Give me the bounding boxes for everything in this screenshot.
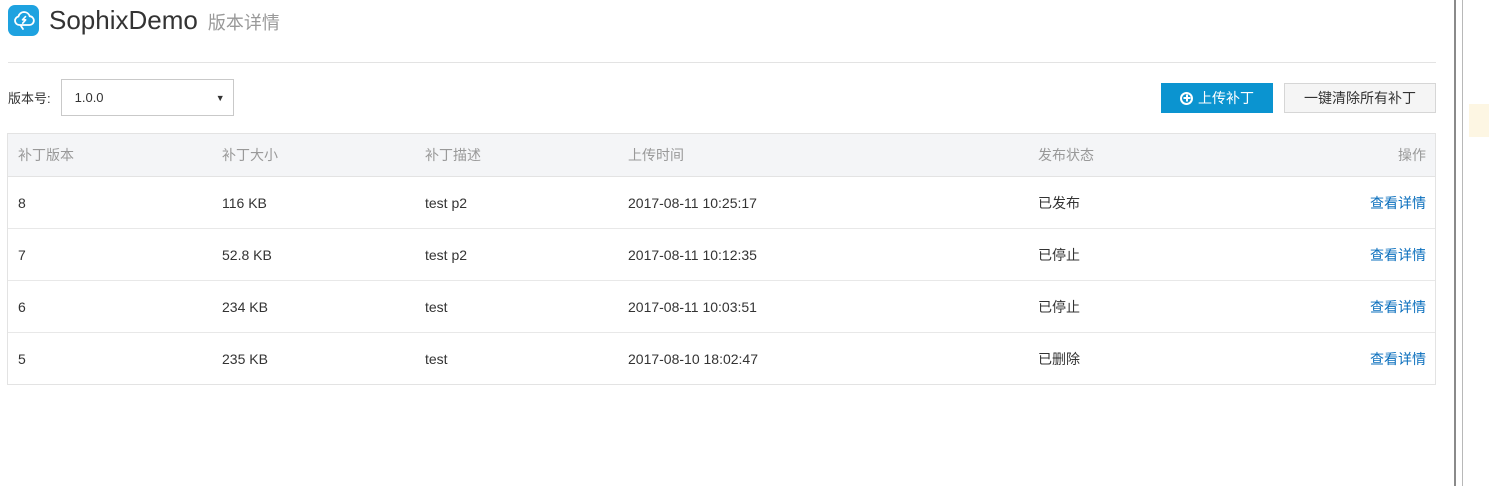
cell-size: 234 KB [222, 298, 268, 315]
page-subtitle: 版本详情 [207, 13, 280, 33]
col-header-action: 操作 [1398, 147, 1426, 163]
side-panel-edge [1469, 104, 1489, 137]
view-details-link[interactable]: 查看详情 [1370, 193, 1426, 213]
table-row: 6 234 KB test 2017-08-11 10:03:51 已停止 查看… [8, 281, 1435, 333]
col-header-time: 上传时间 [628, 147, 684, 163]
cloud-app-icon [8, 4, 39, 36]
cell-status: 已发布 [1038, 194, 1080, 211]
upload-patch-button[interactable]: 上传补丁 [1161, 83, 1273, 113]
clear-all-label: 一键清除所有补丁 [1304, 90, 1416, 106]
table-row: 5 235 KB test 2017-08-10 18:02:47 已删除 查看… [8, 333, 1435, 384]
cell-version: 6 [18, 298, 26, 315]
version-filter: 版本号: 1.0.0 ▼ [8, 78, 234, 117]
cell-desc: test [425, 298, 448, 315]
upload-patch-label: 上传补丁 [1198, 90, 1254, 106]
header-divider [8, 62, 1436, 63]
cell-time: 2017-08-11 10:03:51 [628, 298, 757, 315]
plus-circle-icon [1180, 91, 1193, 105]
app-title: SophixDemo [49, 4, 198, 35]
scrollbar-track[interactable] [1462, 0, 1463, 486]
version-select[interactable]: 1.0.0 ▼ [60, 79, 234, 116]
cell-size: 235 KB [222, 350, 268, 367]
col-header-status: 发布状态 [1038, 147, 1094, 163]
version-select-value: 1.0.0 [74, 90, 104, 105]
cell-desc: test p2 [425, 246, 468, 263]
cell-size: 52.8 KB [222, 246, 272, 263]
chevron-down-icon: ▼ [215, 92, 225, 103]
clear-all-patches-button[interactable]: 一键清除所有补丁 [1284, 83, 1436, 113]
cell-status: 已停止 [1038, 298, 1080, 315]
cell-desc: test p2 [425, 194, 468, 211]
view-details-link[interactable]: 查看详情 [1370, 245, 1426, 265]
cell-time: 2017-08-10 18:02:47 [628, 350, 758, 367]
view-details-link[interactable]: 查看详情 [1370, 297, 1426, 317]
table-row: 7 52.8 KB test p2 2017-08-11 10:12:35 已停… [8, 229, 1435, 281]
cell-size: 116 KB [222, 194, 267, 211]
cell-time: 2017-08-11 10:12:35 [628, 246, 757, 263]
version-label: 版本号: [8, 91, 51, 106]
col-header-version: 补丁版本 [18, 147, 74, 163]
table-header: 补丁版本 补丁大小 补丁描述 上传时间 发布状态 操作 [8, 134, 1435, 177]
cell-status: 已删除 [1038, 350, 1080, 367]
cell-version: 5 [18, 350, 26, 367]
patch-table: 补丁版本 补丁大小 补丁描述 上传时间 发布状态 操作 8 116 KB tes… [7, 133, 1436, 385]
cell-status: 已停止 [1038, 246, 1080, 263]
page-header: SophixDemo 版本详情 [8, 0, 280, 40]
cell-time: 2017-08-11 10:25:17 [628, 194, 757, 211]
col-header-size: 补丁大小 [222, 147, 278, 163]
col-header-desc: 补丁描述 [425, 147, 481, 163]
cell-version: 7 [18, 246, 26, 263]
view-details-link[interactable]: 查看详情 [1370, 349, 1426, 369]
cell-desc: test [425, 350, 448, 367]
window-divider [1454, 0, 1456, 486]
table-row: 8 116 KB test p2 2017-08-11 10:25:17 已发布… [8, 177, 1435, 229]
cell-version: 8 [18, 194, 26, 211]
